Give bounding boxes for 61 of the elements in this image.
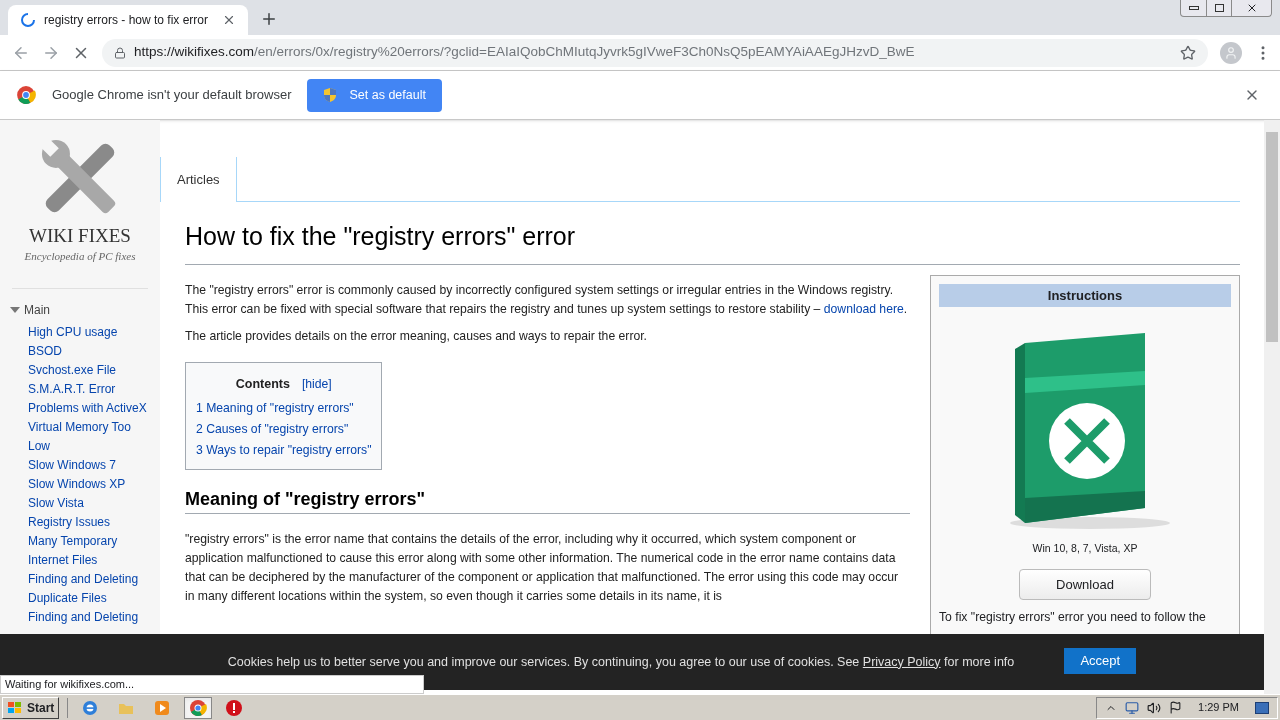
nav-link[interactable]: Slow Windows 7 xyxy=(28,456,160,476)
address-bar[interactable]: https://wikifixes.com/en/errors/0x/registry%20errors/?gclid=EAIaIQobChMIutqJyvrk5gIVweF3Ch0NsQ5pEAMYAiAAEgJHzvD_BwE xyxy=(102,38,1208,67)
nav-heading: Main xyxy=(24,302,50,320)
nav-link[interactable]: Registry Issues xyxy=(28,513,160,533)
status-bubble: Waiting for wikifixes.com... xyxy=(0,675,424,694)
section-heading: Meaning of "registry errors" xyxy=(185,489,910,514)
privacy-policy-link[interactable]: Privacy Policy xyxy=(862,654,941,669)
new-tab-icon[interactable] xyxy=(260,10,278,28)
url-text: https://wikifixes.com/en/errors/0x/registry%20errors/?gclid=EAIaIQobChMIutqJyvrk5gIVweF3Ch0NsQ5pEAMYAiAAEgJHzvD_BwE xyxy=(134,43,916,62)
infobar-message: Google Chrome isn't your default browser xyxy=(52,86,292,105)
hide-link[interactable]: [hide] xyxy=(301,374,332,394)
contents-link[interactable]: 2 Causes of "registry errors" xyxy=(196,418,372,440)
chrome-icon xyxy=(189,698,208,717)
speaker-icon[interactable] xyxy=(1147,700,1162,715)
summary-paragraph: The article provides details on the error meaning, causes and ways to repair the error. xyxy=(185,327,648,345)
show-desktop-icon[interactable] xyxy=(1255,701,1269,714)
intro-paragraph: The "registry errors" error is commonly caused by incorrectly configured system settings or irregular entries in the Windows registry. This error can be fixed with special software that repairs the registry and tunes up system settings to restore stability – download here. xyxy=(185,281,909,318)
download-link[interactable]: download here xyxy=(823,301,904,316)
taskbar-app[interactable] xyxy=(184,696,213,719)
scrollbar-thumb[interactable] xyxy=(1266,132,1278,342)
compatibility-text: Win 10, 8, 7, Vista, XP xyxy=(1032,541,1138,556)
accept-button[interactable]: Accept xyxy=(1064,648,1137,674)
article-title: How to fix the "registry errors" error xyxy=(185,218,1240,265)
contents-link[interactable]: 3 Ways to repair "registry errors" xyxy=(196,439,372,461)
browser-tab[interactable]: registry errors - how to fix error xyxy=(8,5,248,35)
nav-link[interactable]: Virtual Memory Too Low xyxy=(28,418,160,457)
section-paragraph: "registry errors" is the error name that contains the details of the error, including why it occurred, which system component or application malfunctioned to cause this error along with some other information. The numerical code in the error name contains data that can be deciphered by the manufacturer of the component or application that malfunctioned. The error using this code may occur in many different locations within the system, so even though it carries some details in its name, it is xyxy=(185,530,900,605)
tab-title: registry errors - how to fix error xyxy=(44,12,210,29)
triangle-icon[interactable] xyxy=(10,306,20,315)
lock-icon xyxy=(114,46,126,59)
stop-icon xyxy=(225,698,244,717)
windows-flag-icon xyxy=(7,700,23,715)
bookmark-star-icon[interactable] xyxy=(1180,44,1196,61)
contents-link[interactable]: 1 Meaning of "registry errors" xyxy=(196,397,372,419)
nav-link[interactable]: S.M.A.R.T. Error xyxy=(28,380,160,400)
shield-icon xyxy=(323,87,338,103)
nav-link[interactable]: Finding and Deleting Duplicate Files xyxy=(28,570,160,609)
instructions-header: Instructions xyxy=(939,283,1231,307)
nav-link[interactable]: Many Temporary Internet Files xyxy=(28,532,160,571)
play-icon xyxy=(153,698,172,717)
set-default-button[interactable]: Set as default xyxy=(307,78,442,112)
start-button[interactable]: Start xyxy=(2,696,60,719)
close-icon[interactable] xyxy=(222,13,236,27)
cookie-message: Cookies help us to better serve you and improve our services. By continuing, you agree to our use of cookies. See Privacy Policy for more info xyxy=(227,653,1015,671)
chrome-icon xyxy=(16,85,36,105)
nav-link[interactable]: Problems with ActiveX xyxy=(28,399,160,419)
nav-link[interactable]: Finding and Deleting xyxy=(28,608,160,628)
contents-title: Contents xyxy=(235,375,290,393)
nav-link[interactable]: High CPU usage xyxy=(28,323,160,343)
browser-e-icon xyxy=(81,698,100,717)
instructions-text: To fix "registry errors" error you need to follow the xyxy=(939,608,1206,626)
nav-link[interactable]: BSOD xyxy=(28,342,160,362)
nav-link[interactable]: Svchost.exe File xyxy=(28,361,160,381)
nav-link[interactable]: Slow Vista xyxy=(28,494,160,514)
logo-title: WIKI FIXES xyxy=(29,224,131,248)
nav-link[interactable]: Slow Windows XP xyxy=(28,475,160,495)
flag-icon[interactable] xyxy=(1169,701,1183,714)
logo-subtitle: Encyclopedia of PC fixes xyxy=(24,248,136,264)
page-tab[interactable]: Articles xyxy=(160,157,237,202)
clock[interactable]: 1:29 PM xyxy=(1190,699,1247,716)
download-button[interactable]: Download xyxy=(1019,568,1151,600)
